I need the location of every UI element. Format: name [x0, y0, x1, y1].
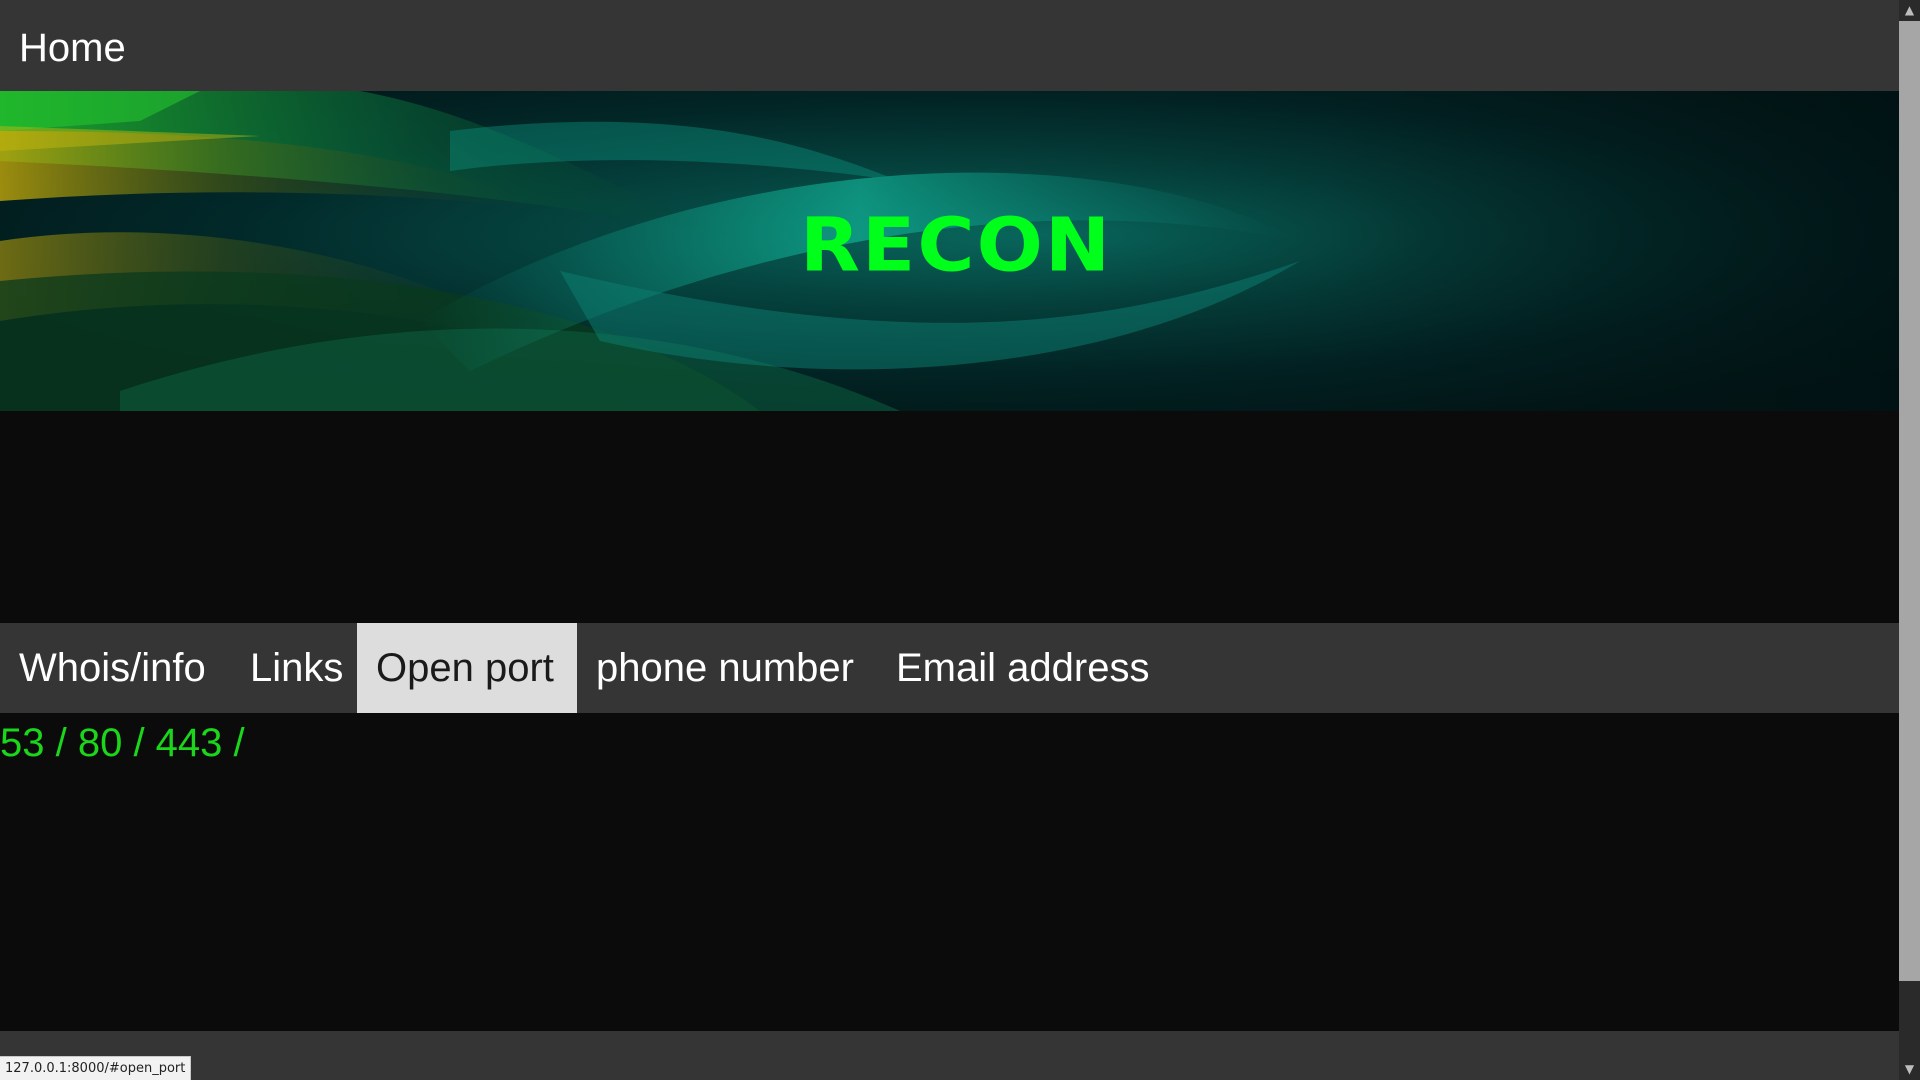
chevron-up-icon[interactable]: ▲	[1899, 0, 1920, 21]
page: Home RECON Whois/info Links Open port ph…	[0, 0, 1899, 1080]
chevron-down-icon[interactable]: ▼	[1899, 1059, 1920, 1080]
tab-open-port[interactable]: Open port	[357, 623, 577, 713]
open-ports-result: 53 / 80 / 443 /	[0, 721, 245, 765]
tab-phone-number[interactable]: phone number	[577, 623, 877, 713]
footer-bar	[0, 1031, 1899, 1080]
scrollbar-thumb[interactable]	[1899, 21, 1920, 981]
hero-banner: RECON	[0, 91, 1899, 411]
tab-whois-info[interactable]: Whois/info	[0, 623, 231, 713]
tab-bar: Whois/info Links Open port phone number …	[0, 623, 1899, 713]
top-navbar: Home	[0, 0, 1899, 91]
home-link[interactable]: Home	[19, 24, 126, 72]
tab-links[interactable]: Links	[231, 623, 357, 713]
link-status-url: 127.0.0.1:8000/#open_port	[0, 1056, 192, 1080]
tab-email-address[interactable]: Email address	[877, 623, 1167, 713]
recon-logo: RECON	[800, 203, 1113, 289]
